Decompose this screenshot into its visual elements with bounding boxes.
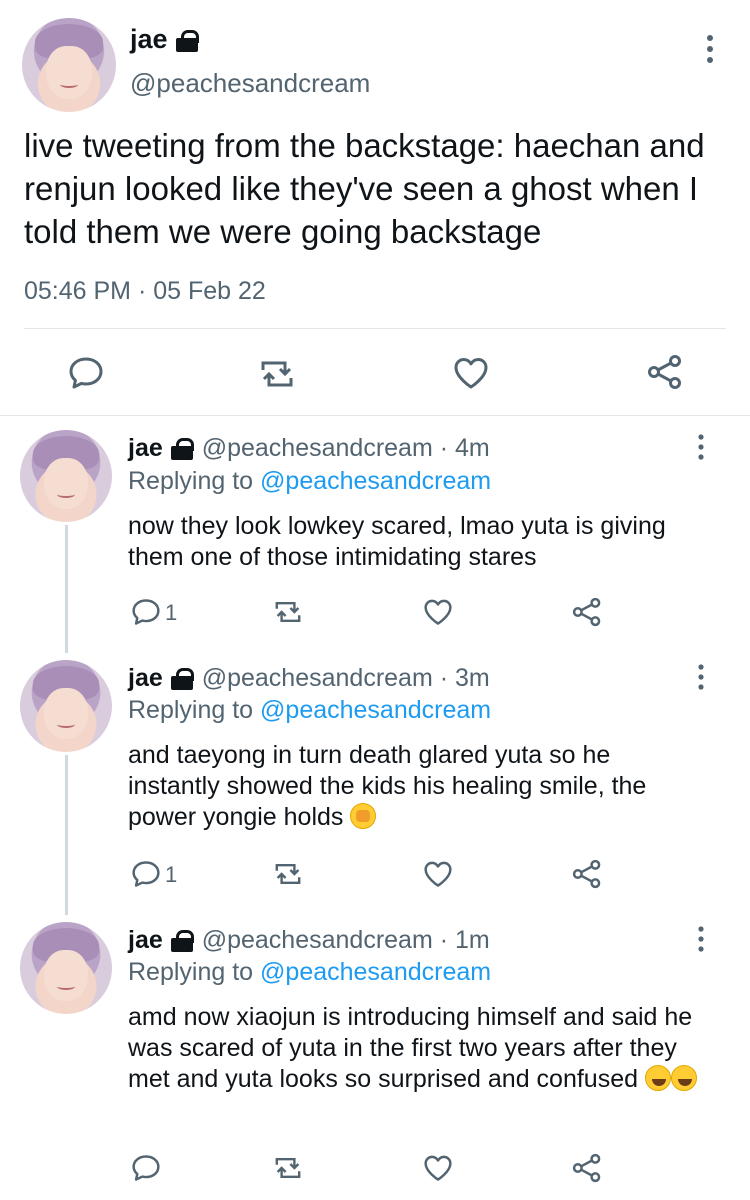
share-icon[interactable] — [571, 1153, 603, 1183]
more-vertical-icon[interactable] — [696, 434, 706, 460]
reply-text-content: and taeyong in turn death glared yuta so… — [128, 741, 647, 831]
share-icon[interactable] — [646, 354, 684, 390]
lock-icon — [169, 668, 195, 690]
thread-line — [65, 755, 68, 915]
mention-link[interactable]: @peachesandcream — [260, 958, 491, 986]
retweet-icon[interactable] — [272, 599, 304, 625]
avatar-smile — [59, 80, 79, 88]
handle: @peachesandcream — [201, 434, 433, 462]
retweet-icon[interactable] — [257, 358, 297, 390]
lock-icon — [169, 438, 195, 460]
more-vertical-icon[interactable] — [704, 34, 716, 64]
lock-icon — [169, 930, 195, 952]
lock-icon — [174, 30, 200, 52]
share-icon[interactable] — [571, 859, 603, 889]
replying-to: Replying to @peachesandcream — [128, 958, 491, 987]
display-name[interactable]: jae — [130, 24, 200, 55]
timestamp-separator: · — [137, 277, 147, 305]
reply-count: 1 — [165, 600, 178, 625]
handle[interactable]: @peachesandcream — [130, 68, 370, 99]
avatar-face — [46, 46, 92, 99]
fist-emoji-icon — [350, 803, 377, 829]
divider — [24, 328, 726, 329]
avatar-face — [43, 457, 89, 510]
timestamp[interactable]: 05:46 PM · 05 Feb 22 — [24, 277, 266, 306]
avatar[interactable] — [20, 430, 112, 522]
replying-to-label: Replying to — [128, 958, 261, 986]
timestamp-time: 05:46 PM — [24, 277, 132, 305]
mention-link[interactable]: @peachesandcream — [260, 467, 491, 495]
more-vertical-icon[interactable] — [696, 664, 706, 690]
speech-bubble-icon[interactable] — [131, 860, 161, 888]
speech-bubble-icon[interactable] — [131, 598, 161, 626]
timestamp-date: 05 Feb 22 — [153, 277, 266, 305]
tweet-text: live tweeting from the backstage: haecha… — [24, 127, 705, 250]
retweet-icon[interactable] — [272, 1155, 304, 1181]
avatar[interactable] — [20, 922, 112, 1014]
reply-age: · 1m — [439, 926, 490, 954]
display-name: jae — [128, 434, 163, 462]
reply-text-content: amd now xiaojun is introducing himself a… — [128, 1003, 693, 1093]
thread-line — [65, 525, 68, 653]
reply-age: · 4m — [439, 434, 490, 462]
laughing-emoji-icon — [670, 1065, 697, 1091]
handle: @peachesandcream — [201, 926, 433, 954]
divider — [0, 415, 750, 416]
avatar[interactable] — [20, 660, 112, 752]
reply-age: · 3m — [439, 664, 490, 692]
speech-bubble-icon[interactable] — [131, 1154, 161, 1182]
reply-header[interactable]: jae @peachesandcream · 1m — [128, 926, 490, 955]
avatar-face — [43, 687, 89, 740]
avatar-face — [43, 949, 89, 1002]
display-name-text: jae — [130, 24, 168, 54]
retweet-icon[interactable] — [272, 861, 304, 887]
heart-icon[interactable] — [453, 356, 489, 390]
heart-icon[interactable] — [423, 1154, 453, 1182]
share-icon[interactable] — [571, 597, 603, 627]
replying-to: Replying to @peachesandcream — [128, 467, 491, 496]
reply-text: amd now xiaojun is introducing himself a… — [128, 1002, 708, 1095]
reply-text: and taeyong in turn death glared yuta so… — [128, 740, 708, 833]
more-vertical-icon[interactable] — [696, 926, 706, 952]
reply-header[interactable]: jae @peachesandcream · 3m — [128, 664, 490, 693]
reply-count: 1 — [165, 862, 178, 887]
reply-header[interactable]: jae @peachesandcream · 4m — [128, 434, 490, 463]
display-name: jae — [128, 664, 163, 692]
handle: @peachesandcream — [201, 664, 433, 692]
display-name: jae — [128, 926, 163, 954]
replying-to: Replying to @peachesandcream — [128, 696, 491, 725]
replying-to-label: Replying to — [128, 696, 261, 724]
mention-link[interactable]: @peachesandcream — [260, 696, 491, 724]
reply-text: now they look lowkey scared, lmao yuta i… — [128, 512, 666, 571]
speech-bubble-icon[interactable] — [68, 356, 104, 390]
avatar[interactable] — [22, 18, 116, 112]
heart-icon[interactable] — [423, 598, 453, 626]
heart-icon[interactable] — [423, 860, 453, 888]
laughing-emoji-icon — [644, 1065, 671, 1091]
replying-to-label: Replying to — [128, 467, 261, 495]
